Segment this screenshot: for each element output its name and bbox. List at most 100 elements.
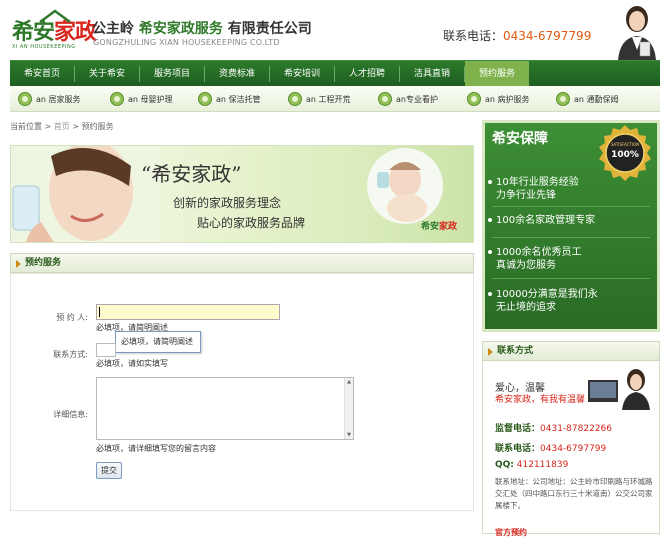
nav-item-recruit[interactable]: 人才招聘 — [335, 61, 399, 87]
supervise-value: 0431-87822266 — [540, 424, 612, 434]
subnav-label: an 母婴护理 — [128, 94, 173, 104]
nav-item-sales[interactable]: 洁具直销 — [400, 61, 464, 87]
guarantee-item-line1: 10年行业服务经验 — [496, 177, 579, 188]
contact-tagline-2: 希安家政，有我有温馨 — [495, 395, 586, 405]
guarantee-item-line2: 无止境的追求 — [496, 302, 556, 313]
phone-label: 联系电话： — [443, 29, 504, 43]
details-textarea[interactable]: ▲ ▼ — [96, 377, 354, 440]
contact-hint: 必填项，请如实填写 — [96, 359, 168, 368]
supervise-phone-row: 监督电话：0431-87822266 — [495, 421, 612, 434]
subnav-item-construction[interactable]: an 工程开荒 — [288, 90, 351, 108]
badge-percent-text: 100% — [611, 150, 639, 160]
subnav-label: an 保洁托管 — [216, 94, 261, 104]
contact-label: 联系方式: — [53, 350, 88, 359]
guarantee-item: 1000余名优秀员工 真诚为您服务 — [488, 246, 582, 272]
validation-tooltip: 必填项，请简明阐述 — [115, 331, 201, 353]
bullet-dot-icon — [488, 250, 492, 254]
details-label: 详细信息: — [53, 410, 88, 419]
breadcrumb-current: 预约服务 — [81, 122, 114, 131]
qq-row: QQ: 412111839 — [495, 460, 568, 470]
contact-phone-value: 0434-6797799 — [540, 444, 607, 454]
service-circle-icon — [110, 92, 124, 106]
supervise-label: 监督电话： — [495, 424, 541, 434]
guarantee-item: 100余名家政管理专家 — [488, 214, 596, 227]
nav-item-pricing[interactable]: 资费标准 — [205, 61, 269, 87]
service-woman-image — [610, 2, 664, 60]
contact-phone-label: 联系电话： — [495, 444, 541, 454]
name-input[interactable] — [96, 304, 280, 320]
banner-woman-image — [11, 146, 161, 242]
subnav-label: an 病护服务 — [485, 94, 530, 104]
bullet-dot-icon — [488, 292, 492, 296]
banner-slogan: “希安家政” — [141, 162, 242, 186]
company-prefix: 公主岭 — [92, 21, 139, 37]
scroll-up-icon[interactable]: ▲ — [346, 379, 352, 385]
phone-number: 0434-6797799 — [503, 29, 592, 43]
submit-button[interactable]: 提交 — [96, 462, 122, 479]
subnav-label: an 通勤保姆 — [574, 94, 619, 104]
breadcrumb-separator: > — [69, 122, 82, 131]
nav-item-about[interactable]: 关于希安 — [75, 61, 139, 87]
nav-item-services[interactable]: 服务项目 — [140, 61, 204, 87]
scroll-down-icon[interactable]: ▼ — [346, 432, 352, 438]
guarantee-item-line1: 10000分满意是我们永 — [496, 289, 598, 300]
subnav-label: an专业看护 — [396, 94, 438, 104]
banner-line-1: 创新的家政服务理念 — [173, 196, 282, 210]
banner-logo: 希安家政 — [421, 219, 457, 232]
subnav-item-care[interactable]: an专业看护 — [378, 90, 438, 108]
nav-item-training[interactable]: 希安培训 — [270, 61, 334, 87]
header-phone: 联系电话：0434-6797799 — [443, 27, 591, 44]
breadcrumb: 当前位置 > 首页 > 预约服务 — [10, 121, 114, 132]
customer-service-image — [588, 369, 650, 410]
subnav-item-maternity[interactable]: an 母婴护理 — [110, 90, 173, 108]
service-circle-icon — [556, 92, 570, 106]
qq-label: QQ: — [495, 460, 514, 470]
banner-logo-b: 家政 — [439, 222, 458, 232]
nav-item-home[interactable]: 希安首页 — [10, 61, 74, 87]
banner-line-2: 贴心的家政服务品牌 — [197, 216, 306, 230]
guarantee-divider — [492, 278, 650, 279]
service-circle-icon — [467, 92, 481, 106]
sub-nav: an 居家服务 an 母婴护理 an 保洁托管 an 工程开荒 an专业看护 a… — [10, 86, 660, 112]
subnav-item-cleaning[interactable]: an 保洁托管 — [198, 90, 261, 108]
guarantee-item-line2: 真诚为您服务 — [496, 260, 556, 271]
guarantee-title: 希安保障 — [492, 131, 548, 147]
guarantee-item: 10000分满意是我们永 无止境的追求 — [488, 288, 598, 314]
subnav-label: an 居家服务 — [36, 94, 81, 104]
official-booking-label[interactable]: 官方预约 — [495, 527, 527, 538]
subnav-item-nanny[interactable]: an 通勤保姆 — [556, 90, 619, 108]
banner-logo-a: 希安 — [421, 222, 440, 232]
guarantee-item: 10年行业服务经验 力争行业先锋 — [488, 176, 579, 202]
service-circle-icon — [198, 92, 212, 106]
name-label: 预 约 人: — [56, 313, 88, 322]
qq-value: 412111839 — [516, 460, 569, 470]
contact-address: 联系地址：公司地址：公主岭市印刷路与环城路交汇处（四中路口东行三十米道南）公交公… — [495, 477, 653, 510]
text-cursor — [99, 307, 100, 317]
breadcrumb-prefix: 当前位置 > — [10, 122, 54, 131]
contact-section-title: 联系方式 — [482, 341, 660, 361]
bullet-dot-icon — [488, 218, 492, 222]
company-main: 希安家政服务 — [138, 21, 223, 37]
service-circle-icon — [378, 92, 392, 106]
guarantee-item-line2: 力争行业先锋 — [496, 190, 556, 201]
guarantee-item-line1: 100余名家政管理专家 — [496, 215, 596, 226]
company-suffix: 有限责任公司 — [222, 21, 312, 37]
guarantee-item-line1: 1000余名优秀员工 — [496, 247, 582, 258]
subnav-item-home-service[interactable]: an 居家服务 — [18, 90, 81, 108]
service-circle-icon — [18, 92, 32, 106]
textarea-scrollbar[interactable]: ▲ ▼ — [344, 378, 353, 439]
guarantee-divider — [492, 206, 650, 207]
nav-item-booking[interactable]: 预约服务 — [465, 61, 529, 87]
bullet-dot-icon — [488, 180, 492, 184]
service-circle-icon — [288, 92, 302, 106]
details-hint: 必填项，请详细填写您的留言内容 — [96, 444, 216, 453]
satisfaction-badge-icon: SATISFACTION 100% — [599, 125, 651, 181]
main-nav: 希安首页 关于希安 服务项目 资费标准 希安培训 人才招聘 洁具直销 预约服务 — [10, 60, 660, 87]
company-name: 公主岭 希安家政服务 有限责任公司 — [92, 18, 312, 38]
logo-english: XI AN HOUSEKEEPING — [12, 44, 76, 50]
breadcrumb-home-link[interactable]: 首页 — [54, 122, 70, 131]
contact-phone-row: 联系电话：0434-6797799 — [495, 441, 606, 454]
contact-input[interactable] — [96, 343, 116, 357]
company-name-english: GONGZHULING XIAN HOUSEKEEPING CO.LTD — [93, 38, 280, 47]
subnav-item-patient[interactable]: an 病护服务 — [467, 90, 530, 108]
